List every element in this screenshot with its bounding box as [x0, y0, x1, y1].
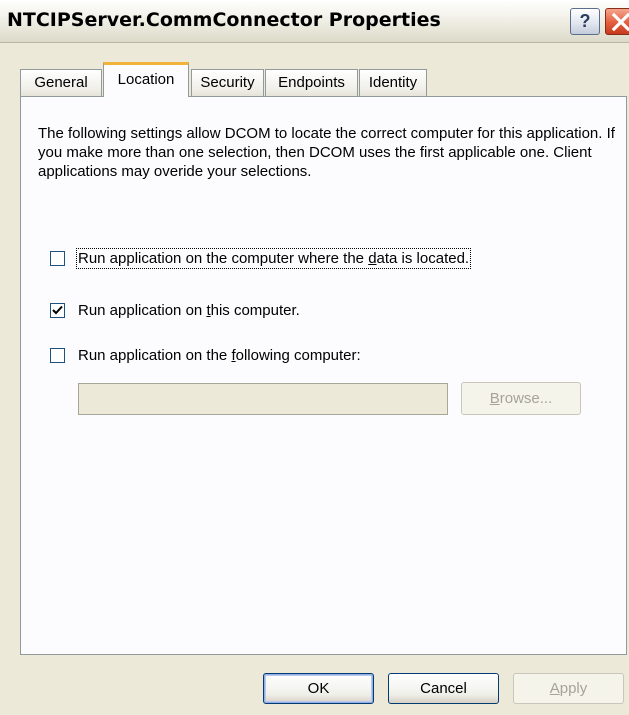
checkbox-following-computer[interactable]: [50, 348, 65, 363]
help-button[interactable]: ?: [570, 8, 600, 35]
tab-security[interactable]: Security: [191, 69, 264, 96]
location-panel: The following settings allow DCOM to loc…: [20, 96, 627, 655]
cancel-button[interactable]: Cancel: [388, 673, 499, 704]
tab-location[interactable]: Location: [103, 62, 189, 97]
apply-button[interactable]: Apply: [513, 673, 624, 704]
checkbox-data-location[interactable]: [50, 251, 65, 266]
window-title: NTCIPServer.CommConnector Properties: [7, 9, 441, 31]
tab-endpoints[interactable]: Endpoints: [265, 69, 358, 96]
option-following-computer-label: Run application on the following compute…: [78, 347, 361, 364]
option-this-computer-label: Run application on this computer.: [78, 302, 300, 319]
location-description: The following settings allow DCOM to loc…: [38, 125, 615, 180]
option-data-location[interactable]: Run application on the computer where th…: [50, 248, 530, 270]
option-data-location-label: Run application on the computer where th…: [75, 248, 472, 269]
computer-name-input[interactable]: [78, 383, 448, 415]
browse-button[interactable]: Browse...: [461, 382, 581, 415]
option-following-computer[interactable]: Run application on the following compute…: [50, 347, 410, 367]
checkbox-this-computer[interactable]: [50, 303, 65, 318]
title-bar[interactable]: NTCIPServer.CommConnector Properties ?: [0, 0, 629, 43]
ok-button[interactable]: OK: [263, 673, 374, 704]
tab-identity[interactable]: Identity: [359, 69, 427, 96]
option-this-computer[interactable]: Run application on this computer.: [50, 302, 350, 322]
close-button[interactable]: [605, 8, 629, 35]
tab-general[interactable]: General: [20, 69, 102, 96]
close-icon: [611, 12, 629, 32]
checkmark-icon: [52, 305, 63, 315]
